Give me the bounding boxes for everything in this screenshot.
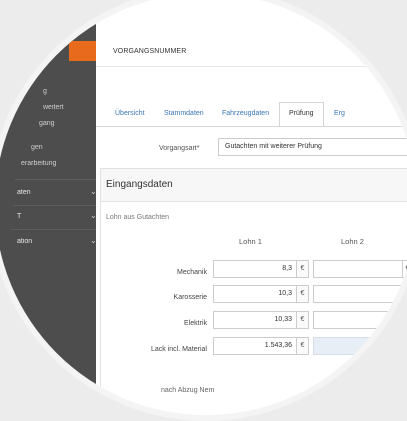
currency-addon: €	[403, 260, 407, 278]
sidebar-item[interactable]: erarbeitung	[21, 160, 71, 167]
sidebar-divider	[13, 205, 96, 206]
sidebar-item[interactable]: weitert	[43, 104, 93, 111]
page-title: VORGANGSNUMMER	[113, 48, 187, 55]
eingangsdaten-panel: Eingangsdaten Lohn aus Gutachten Lohn 1 …	[100, 168, 407, 409]
sidebar-menu-item[interactable]: ation	[17, 238, 67, 245]
row-label-karosserie: Karosserie	[173, 294, 207, 301]
karosserie-lohn1-input[interactable]: 10,3	[213, 285, 297, 303]
row-label-mechanik: Mechanik	[177, 269, 207, 276]
tab-uebersicht[interactable]: Übersicht	[115, 103, 145, 127]
karosserie-lohn2-input[interactable]	[313, 285, 403, 303]
row-label-lack: Lack incl. Material	[150, 346, 207, 353]
row-label-elektrik: Elektrik	[184, 320, 207, 327]
section-label: Lohn aus Gutachten	[106, 214, 170, 221]
elektrik-lohn1-input[interactable]: 10,33	[213, 311, 297, 329]
currency-addon: €	[297, 285, 309, 303]
mechanik-lohn1-input[interactable]: 8,3	[213, 260, 297, 278]
footer-note: nach Abzug Nem	[161, 387, 215, 394]
sidebar-divider	[11, 229, 96, 230]
panel-title: Eingangsdaten	[106, 179, 173, 190]
lack-lohn1-input[interactable]: 1.543,36	[213, 337, 297, 355]
tab-pruefung[interactable]: Prüfung	[279, 102, 324, 127]
tab-divider	[96, 126, 407, 127]
column-header-lohn2: Lohn 2	[341, 237, 364, 246]
sidebar-item[interactable]: gen	[31, 144, 81, 151]
currency-addon: €	[297, 260, 309, 278]
vorgangsart-select[interactable]: Gutachten mit weiterer Prüfung	[218, 138, 407, 156]
panel-header: Eingangsdaten	[101, 169, 407, 202]
currency-addon: €	[297, 311, 309, 329]
elektrik-lohn2-input[interactable]	[313, 311, 403, 329]
lack-lohn2-input[interactable]	[313, 337, 403, 355]
sidebar-item[interactable]: g	[43, 88, 93, 95]
column-header-lohn1: Lohn 1	[239, 237, 262, 246]
sidebar-item[interactable]: gang	[39, 120, 89, 127]
tab-fahrzeugdaten[interactable]: Fahrzeugdaten	[222, 103, 269, 127]
tab-ergebnis[interactable]: Erg	[334, 103, 345, 127]
sidebar-menu-item[interactable]: aten	[17, 189, 67, 196]
currency-addon: €	[297, 337, 309, 355]
mechanik-lohn2-input[interactable]	[313, 260, 403, 278]
tab-bar: Übersicht Stammdaten Fahrzeugdaten Prüfu…	[96, 102, 407, 127]
magnifier-view: g weitert gang gen erarbeitung aten ⌄ T …	[0, 0, 407, 421]
sidebar: g weitert gang gen erarbeitung aten ⌄ T …	[0, 0, 97, 415]
sidebar-divider	[15, 179, 96, 180]
vorgangsart-label: Vorgangsart*	[159, 145, 200, 152]
sidebar-active-accent	[69, 41, 96, 61]
tab-stammdaten[interactable]: Stammdaten	[164, 103, 204, 127]
header-divider	[96, 66, 407, 67]
main-content: VORGANGSNUMMER Übersicht Stammdaten Fahr…	[96, 0, 407, 415]
sidebar-menu-item[interactable]: T	[17, 213, 67, 220]
